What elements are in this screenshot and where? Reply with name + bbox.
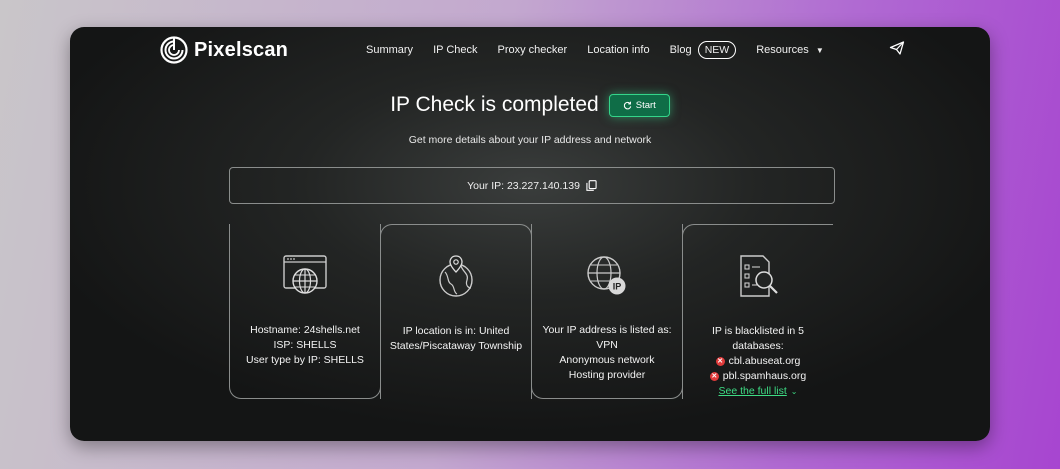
nav-summary[interactable]: Summary: [366, 44, 413, 56]
start-label: Start: [635, 99, 656, 111]
blacklist-card: IP is blacklisted in 5 databases: ✕ cbl.…: [682, 224, 833, 399]
error-x-icon: ✕: [709, 372, 719, 381]
location-globe-icon: [439, 255, 473, 297]
blacklist-card-text: IP is blacklisted in 5 databases: ✕ cbl.…: [683, 324, 833, 399]
listed-as-line: Your IP address is listed as:: [542, 324, 672, 336]
ip-type-card: IP Your IP address is listed as: VPN Ano…: [531, 224, 683, 399]
logo[interactable]: Pixelscan: [159, 35, 288, 65]
chevron-down-icon: ⌄: [790, 387, 798, 396]
subtitle: Get more details about your IP address a…: [408, 134, 652, 146]
blacklist-entry: ✕ cbl.abuseat.org: [683, 354, 833, 369]
vpn-line: VPN: [596, 339, 618, 351]
nav-proxy-checker[interactable]: Proxy checker: [498, 44, 568, 56]
nav-blog[interactable]: Blog NEW: [670, 41, 737, 59]
new-badge: NEW: [697, 41, 737, 59]
copy-icon[interactable]: [586, 180, 597, 191]
document-search-icon: [740, 255, 778, 297]
page-title: IP Check is completed: [390, 93, 599, 116]
hero-title-row: IP Check is completed Start: [70, 93, 990, 117]
nav-location-info[interactable]: Location info: [587, 44, 649, 56]
error-x-icon: ✕: [715, 357, 725, 366]
hostname-line: Hostname: 24shells.net: [250, 324, 360, 336]
chevron-down-icon: ▼: [815, 46, 824, 55]
refresh-icon: [623, 101, 631, 109]
blacklisted-line: IP is blacklisted in 5: [711, 325, 805, 337]
anonymous-network-line: Anonymous network: [559, 354, 655, 366]
telegram-send-icon[interactable]: [889, 40, 905, 56]
blacklist-entry: ✕ pbl.spamhaus.org: [683, 369, 833, 384]
blacklist-db-name: cbl.abuseat.org: [728, 355, 801, 367]
location-card-text: IP location is in: United States/Piscata…: [381, 324, 531, 354]
pixelscan-logo-icon: [160, 36, 188, 64]
hosting-provider-line: Hosting provider: [568, 369, 646, 381]
app-window: Pixelscan Summary IP Check Proxy checker…: [70, 27, 990, 441]
ip-globe-icon: IP: [587, 256, 626, 295]
browser-globe-icon: [283, 255, 327, 294]
user-type-line: User type by IP: SHELLS: [246, 354, 364, 366]
nav-resources[interactable]: Resources ▼: [756, 44, 824, 56]
ip-type-card-text: Your IP address is listed as: VPN Anonym…: [532, 323, 682, 383]
isp-line: ISP: SHELLS: [273, 339, 337, 351]
brand-name: Pixelscan: [194, 38, 289, 61]
ip-box: Your IP: 23.227.140.139: [229, 167, 835, 204]
hostname-card-text: Hostname: 24shells.net ISP: SHELLS User …: [230, 323, 380, 368]
see-full-list-link[interactable]: See the full list ⌄: [683, 384, 833, 399]
nav-resources-label: Resources: [756, 44, 809, 56]
ip-address: Your IP: 23.227.140.139: [467, 179, 580, 192]
nav-ip-check[interactable]: IP Check: [433, 44, 477, 56]
databases-line: databases:: [732, 340, 784, 352]
location-line: IP location is in: United States/Piscata…: [389, 325, 523, 352]
main-nav: Summary IP Check Proxy checker Location …: [366, 41, 844, 59]
svg-text:IP: IP: [613, 282, 622, 292]
see-full-list-label: See the full list: [718, 385, 787, 397]
location-card: IP location is in: United States/Piscata…: [380, 224, 532, 399]
nav-blog-label: Blog: [669, 44, 692, 56]
blacklist-db-name: pbl.spamhaus.org: [722, 370, 807, 382]
hostname-card: Hostname: 24shells.net ISP: SHELLS User …: [229, 224, 381, 399]
start-button[interactable]: Start: [608, 93, 670, 117]
